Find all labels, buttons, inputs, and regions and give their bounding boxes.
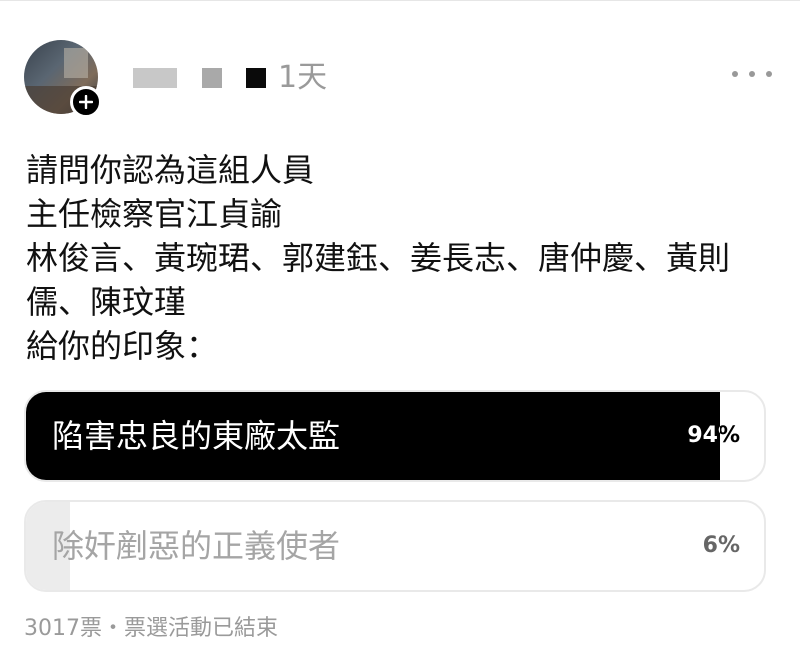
post-body: 請問你認為這組人員 主任檢察官江貞諭 林俊言、黃琬珺、郭建鈺、姜長志、唐仲慶、黃… [26, 148, 766, 368]
dot [749, 71, 755, 77]
poll-option[interactable]: 除奸剷惡的正義使者 6% [24, 500, 766, 592]
post-line: 林俊言、黃琬珺、郭建鈺、姜長志、唐仲慶、黃則 [26, 239, 731, 277]
follow-button[interactable] [70, 86, 102, 118]
poll-option[interactable]: 陷害忠良的東廠太監 94% [24, 390, 766, 482]
top-divider [0, 0, 800, 1]
post-line: 給你的印象： [26, 327, 219, 365]
post-page: 1天 請問你認為這組人員 主任檢察官江貞諭 林俊言、黃琬珺、郭建鈺、姜長志、唐仲… [0, 0, 800, 657]
redacted-username [246, 68, 266, 88]
poll-option-percent: 94% [687, 423, 740, 448]
dot [766, 71, 772, 77]
dot [732, 71, 738, 77]
post-line: 儒、陳玟瑾 [26, 283, 187, 321]
more-horizontal-icon[interactable] [732, 66, 772, 82]
post-line: 主任檢察官江貞諭 [26, 195, 283, 233]
avatar-photo-detail [64, 48, 88, 78]
redacted-username [202, 68, 222, 88]
post-line: 請問你認為這組人員 [26, 151, 315, 189]
redacted-username [133, 68, 177, 88]
poll-option-label: 除奸剷惡的正義使者 [52, 527, 341, 565]
poll-footer: 3017票・票選活動已結束 [24, 616, 278, 641]
plus-icon [79, 95, 93, 109]
post-timestamp: 1天 [278, 60, 328, 95]
poll-option-label: 陷害忠良的東廠太監 [52, 417, 341, 455]
poll-option-percent: 6% [702, 533, 740, 558]
